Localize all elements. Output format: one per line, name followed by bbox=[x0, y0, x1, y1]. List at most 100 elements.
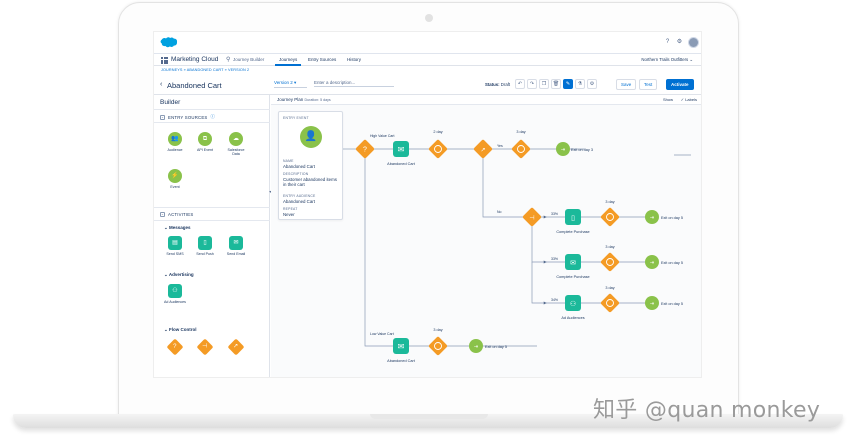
exit-node-day-5-a[interactable]: ⇥ bbox=[645, 210, 659, 224]
description-input[interactable]: Enter a description... bbox=[314, 80, 394, 87]
caret-down-icon: ▾ bbox=[294, 80, 297, 85]
pct-33-b: 33% bbox=[551, 257, 558, 261]
push-icon: ▯ bbox=[571, 215, 575, 222]
wait-3day-label: 3 day bbox=[516, 130, 525, 134]
journey-header: ‹ Abandoned Cart Version 2 ▾ Enter a des… bbox=[154, 75, 701, 95]
email-icon: ✉ bbox=[398, 342, 405, 351]
wait-3day-b[interactable] bbox=[600, 252, 620, 272]
decision-split-icon: ? bbox=[166, 338, 184, 356]
email-icon: ✉ bbox=[570, 260, 576, 267]
ad-audiences-icon: ⚇ bbox=[168, 284, 182, 298]
palette-label: Audience bbox=[167, 148, 183, 152]
avatar[interactable] bbox=[688, 37, 699, 48]
palette-ad-audiences[interactable]: ⚇ Ad Audiences bbox=[163, 284, 187, 304]
low-value-label: Low Value Cart bbox=[370, 332, 394, 336]
palette-label: Send SMS bbox=[166, 252, 184, 256]
copy-icon[interactable]: ❐ bbox=[539, 79, 549, 89]
high-value-label: High Value Cart bbox=[370, 134, 394, 138]
exit-node-day-5-c[interactable]: ⇥ bbox=[645, 296, 659, 310]
watermark: 知乎 @quan monkey bbox=[593, 398, 821, 423]
palette-send-email[interactable]: ✉ Send Email bbox=[224, 236, 248, 256]
test-icon[interactable]: ⚗ bbox=[575, 79, 585, 89]
delete-icon[interactable]: 🗑 bbox=[551, 79, 561, 89]
activate-button[interactable]: Activate bbox=[666, 79, 694, 90]
activities-label: ACTIVITIES bbox=[168, 212, 194, 217]
save-button[interactable]: Save bbox=[616, 79, 637, 90]
test-button[interactable]: Test bbox=[639, 79, 658, 90]
abandoned-cart-label-1: Abandoned Cart bbox=[387, 162, 416, 166]
tab-journeys[interactable]: Journeys bbox=[275, 54, 302, 66]
exit-node-day-5-low[interactable]: ⇥ bbox=[469, 339, 483, 353]
messages-heading[interactable]: ⌄ Messages bbox=[164, 225, 191, 231]
exit-node-day-3[interactable]: ⇥ bbox=[556, 142, 570, 156]
breadcrumb[interactable]: JOURNEYS » ABANDONED CART » VERSION 2 bbox=[161, 68, 249, 72]
wait-2day-top[interactable] bbox=[428, 139, 448, 159]
entry-sources-heading[interactable]: ⌄ ENTRY SOURCES ⓘ bbox=[160, 114, 215, 120]
complete-purchase-node-2[interactable]: ✉ bbox=[565, 254, 581, 270]
pct-33-a: 33% bbox=[551, 212, 558, 216]
ad-audiences-icon: ⚇ bbox=[570, 300, 576, 308]
settings-icon[interactable]: ⚙ bbox=[676, 39, 683, 46]
divider bbox=[154, 207, 270, 208]
api-event-icon: ⧉ bbox=[198, 132, 212, 146]
wait-3day-low[interactable] bbox=[428, 336, 448, 356]
divider bbox=[154, 220, 270, 221]
exit-node-day-5-b[interactable]: ⇥ bbox=[645, 255, 659, 269]
random-split-node[interactable]: ⊣ bbox=[522, 207, 542, 227]
app-subname: Journey Builder bbox=[233, 57, 265, 62]
journey-canvas[interactable]: Journey Plan Duration: 5 days Show ✓ Lab… bbox=[271, 95, 701, 377]
laptop-frame: ? ⚙ Marketing Cloud ⚲ Journey Builder Jo… bbox=[0, 0, 857, 447]
back-arrow-icon[interactable]: ‹ bbox=[160, 81, 162, 88]
exit-icon: ⇥ bbox=[650, 260, 654, 266]
version-label: Version 2 bbox=[274, 80, 293, 85]
palette-event[interactable]: ⚡ Event bbox=[163, 169, 187, 189]
palette-audience[interactable]: 👥 Audience bbox=[163, 132, 187, 152]
app-navigation: Marketing Cloud ⚲ Journey Builder Journe… bbox=[154, 54, 701, 66]
version-select[interactable]: Version 2 ▾ bbox=[274, 80, 307, 88]
settings-icon[interactable]: ⚙ bbox=[587, 79, 597, 89]
palette-label: Send Push bbox=[196, 252, 214, 256]
palette-decision-split[interactable]: ? bbox=[163, 338, 187, 356]
wait-3day-a[interactable] bbox=[600, 207, 620, 227]
divider bbox=[154, 122, 270, 123]
random-split-icon: ⊣ bbox=[529, 215, 534, 222]
exit-day-5-low-label: Exit on day 5 bbox=[485, 345, 507, 349]
tab-history[interactable]: History bbox=[343, 54, 365, 66]
advertising-heading[interactable]: ⌄ Advertising bbox=[164, 272, 194, 278]
ad-audiences-node[interactable]: ⚇ bbox=[565, 295, 581, 311]
complete-purchase-node-1[interactable]: ▯ bbox=[565, 209, 581, 225]
exit-day-5-b-label: Exit on day 5 bbox=[661, 261, 683, 265]
activities-heading[interactable]: ⌄ ACTIVITIES bbox=[160, 212, 193, 217]
engagement-split-icon: ↗ bbox=[480, 148, 485, 154]
org-switcher[interactable]: Northern Trails Outfitters ⌄ bbox=[641, 57, 693, 63]
wait-3day-c[interactable] bbox=[600, 293, 620, 313]
exit-icon: ⇥ bbox=[650, 301, 654, 307]
palette-send-push[interactable]: ▯ Send Push bbox=[193, 236, 217, 256]
palette-send-sms[interactable]: ▤ Send SMS bbox=[163, 236, 187, 256]
wait-3day-top[interactable] bbox=[511, 139, 531, 159]
random-split-icon: ⊣ bbox=[196, 338, 214, 356]
palette-random-split[interactable]: ⊣ bbox=[193, 338, 217, 356]
palette-api-event[interactable]: ⧉ API Event bbox=[193, 132, 217, 152]
abandoned-cart-email-node-1[interactable]: ✉ bbox=[393, 141, 409, 157]
undo-icon[interactable]: ↶ bbox=[515, 79, 525, 89]
palette-salesforce-data[interactable]: ☁ Salesforce Data bbox=[224, 132, 248, 157]
header-utilities: ? ⚙ bbox=[664, 37, 699, 48]
draw-icon[interactable]: ✎ bbox=[563, 79, 573, 89]
tab-entry-sources[interactable]: Entry Sources bbox=[304, 54, 340, 66]
abandoned-cart-email-node-2[interactable]: ✉ bbox=[393, 338, 409, 354]
flow-arrows bbox=[543, 215, 547, 305]
help-icon[interactable]: ? bbox=[664, 39, 671, 46]
exit-day-5-c-label: Exit on day 5 bbox=[661, 302, 683, 306]
flow-control-heading[interactable]: ⌄ Flow Control bbox=[164, 327, 197, 333]
redo-icon[interactable]: ↷ bbox=[527, 79, 537, 89]
engagement-split-node[interactable]: ↗ bbox=[473, 139, 493, 159]
info-icon[interactable]: ⓘ bbox=[210, 114, 215, 120]
decision-node-top[interactable]: ? bbox=[355, 139, 375, 159]
exit-day-5-a-label: Exit on day 5 bbox=[661, 216, 683, 220]
palette-label: Salesforce Data bbox=[227, 148, 245, 157]
app-launcher-icon[interactable] bbox=[161, 57, 168, 64]
flow-connectors bbox=[343, 148, 691, 347]
palette-engagement-split[interactable]: ↗ bbox=[224, 338, 248, 356]
salesforce-data-icon: ☁ bbox=[229, 132, 243, 146]
